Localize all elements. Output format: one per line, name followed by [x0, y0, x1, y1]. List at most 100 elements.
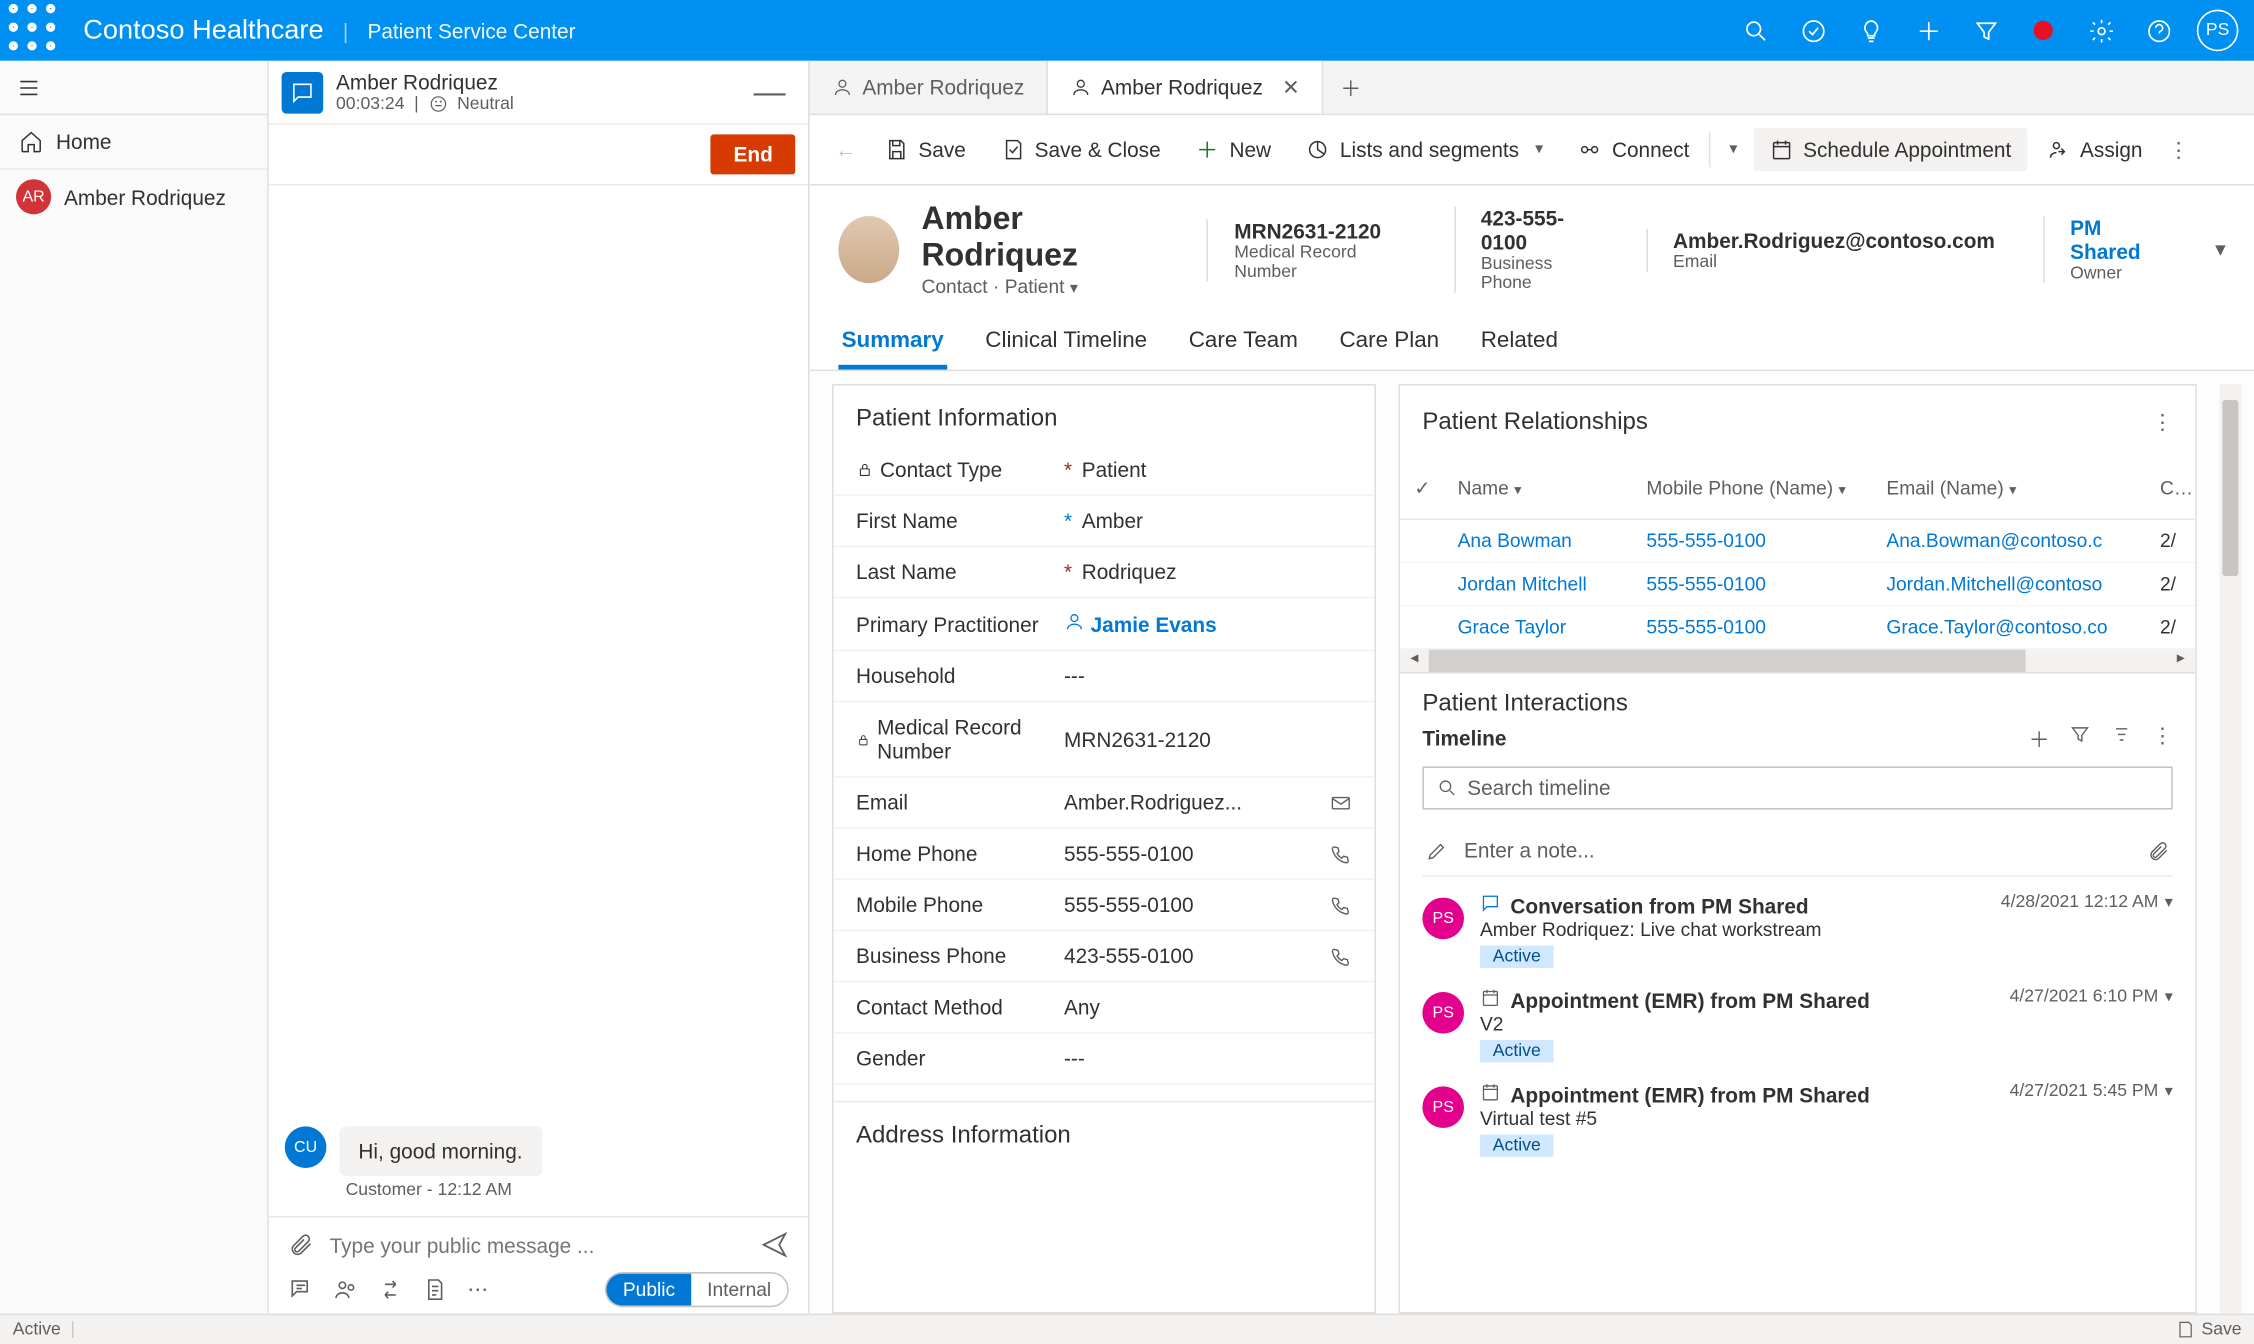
attachment-icon[interactable] [2147, 839, 2169, 861]
scroll-right-icon[interactable]: ▸ [2166, 650, 2195, 672]
household-value[interactable]: --- [1064, 664, 1352, 688]
relationship-name-link[interactable]: Jordan Mitchell [1458, 573, 1587, 595]
timeline-overflow-icon[interactable]: ⋮ [2152, 723, 2173, 753]
app-tab[interactable]: Amber Rodriquez [810, 61, 1049, 114]
visibility-toggle[interactable]: Public Internal [605, 1272, 789, 1307]
contact-type-value[interactable]: Patient [1082, 458, 1352, 482]
relationship-email-link[interactable]: Grace.Taylor@contoso.co [1886, 616, 2107, 638]
schedule-appointment-button[interactable]: Schedule Appointment [1753, 128, 2027, 171]
phone-icon[interactable] [1330, 894, 1352, 916]
minimize-button[interactable]: — [754, 87, 786, 97]
timeline-note-input[interactable]: Enter a note... [1422, 826, 2172, 877]
connect-button[interactable]: Connect [1562, 128, 1705, 171]
relationship-email-link[interactable]: Jordan.Mitchell@contoso [1886, 573, 2102, 595]
table-row[interactable]: Jordan Mitchell 555-555-0100 Jordan.Mitc… [1400, 563, 2195, 606]
header-owner-value[interactable]: PM Shared [2070, 216, 2167, 264]
lightbulb-icon[interactable] [1842, 2, 1900, 60]
timeline-search-input[interactable]: Search timeline [1422, 766, 2172, 809]
column-header-mobile[interactable]: Mobile Phone (Name) ▾ [1634, 467, 1874, 509]
tab-related[interactable]: Related [1478, 314, 1562, 370]
chevron-down-icon[interactable]: ▾ [1070, 280, 1078, 298]
settings-icon[interactable] [2072, 2, 2130, 60]
task-icon[interactable] [1784, 2, 1842, 60]
visibility-internal[interactable]: Internal [691, 1274, 787, 1306]
patient-photo[interactable] [838, 216, 899, 283]
add-tab-button[interactable]: ＋ [1324, 61, 1378, 114]
send-icon[interactable] [760, 1230, 789, 1259]
horizontal-scrollbar[interactable]: ◂ ▸ [1400, 650, 2195, 672]
timeline-item[interactable]: PS Conversation from PM Shared Amber Rod… [1400, 883, 2195, 977]
email-value[interactable]: Amber.Rodriguez... [1064, 790, 1330, 814]
first-name-value[interactable]: Amber [1082, 509, 1352, 533]
help-icon[interactable] [2130, 2, 2188, 60]
app-tab-active[interactable]: Amber Rodriquez ✕ [1048, 61, 1323, 114]
relationship-name-link[interactable]: Grace Taylor [1458, 616, 1567, 638]
new-button[interactable]: New [1180, 128, 1287, 171]
save-close-button[interactable]: Save & Close [985, 128, 1177, 171]
close-tab-icon[interactable]: ✕ [1282, 74, 1299, 100]
timeline-filter-icon[interactable] [2069, 723, 2091, 753]
session-item[interactable]: AR Amber Rodriquez [0, 170, 267, 224]
phone-icon[interactable] [1330, 842, 1352, 864]
command-overflow-icon[interactable]: ⋮ [2168, 137, 2189, 163]
relationship-mobile-link[interactable]: 555-555-0100 [1646, 616, 1766, 638]
scroll-left-icon[interactable]: ◂ [1400, 650, 1429, 672]
chevron-down-icon[interactable]: ▾ [2165, 1082, 2173, 1100]
transfer-icon[interactable] [378, 1277, 404, 1303]
tab-summary[interactable]: Summary [838, 314, 947, 370]
compose-input[interactable] [330, 1233, 744, 1257]
assign-button[interactable]: Assign [2030, 128, 2158, 171]
attachment-icon[interactable] [288, 1232, 314, 1258]
mobile-phone-value[interactable]: 555-555-0100 [1064, 893, 1330, 917]
mail-icon[interactable] [1330, 791, 1352, 813]
quick-reply-icon[interactable] [288, 1277, 314, 1303]
timeline-item[interactable]: PS Appointment (EMR) from PM Shared V2 A… [1400, 978, 2195, 1072]
chevron-down-icon[interactable]: ▾ [2165, 988, 2173, 1006]
end-conversation-button[interactable]: End [711, 134, 795, 174]
timeline-item[interactable]: PS Appointment (EMR) from PM Shared Virt… [1400, 1072, 2195, 1166]
app-title[interactable]: Patient Service Center [348, 18, 595, 42]
column-header-name[interactable]: Name ▾ [1445, 467, 1634, 509]
form-label[interactable]: Patient [1005, 275, 1065, 297]
select-all-checkbox[interactable]: ✓ [1400, 467, 1445, 509]
home-phone-value[interactable]: 555-555-0100 [1064, 842, 1330, 866]
consult-icon[interactable] [333, 1277, 359, 1303]
business-phone-value[interactable]: 423-555-0100 [1064, 944, 1330, 968]
compose-overflow-icon[interactable]: ⋯ [467, 1277, 488, 1303]
table-row[interactable]: Ana Bowman 555-555-0100 Ana.Bowman@conto… [1400, 520, 2195, 563]
column-header-email[interactable]: Email (Name) ▾ [1874, 467, 2148, 509]
search-icon[interactable] [1726, 2, 1784, 60]
tab-care-team[interactable]: Care Team [1186, 314, 1302, 370]
tab-clinical-timeline[interactable]: Clinical Timeline [982, 314, 1150, 370]
relationship-mobile-link[interactable]: 555-555-0100 [1646, 530, 1766, 552]
last-name-value[interactable]: Rodriquez [1082, 560, 1352, 584]
user-avatar[interactable]: PS [2197, 10, 2239, 52]
gender-value[interactable]: --- [1064, 1046, 1352, 1070]
mrn-value[interactable]: MRN2631-2120 [1064, 727, 1352, 751]
relationship-mobile-link[interactable]: 555-555-0100 [1646, 573, 1766, 595]
recording-indicator-icon[interactable] [2014, 2, 2072, 60]
table-row[interactable]: Grace Taylor 555-555-0100 Grace.Taylor@c… [1400, 606, 2195, 649]
header-expand-icon[interactable]: ▾ [2215, 237, 2225, 263]
vertical-scrollbar[interactable] [2219, 384, 2241, 1314]
relationship-name-link[interactable]: Ana Bowman [1458, 530, 1572, 552]
timeline-add-icon[interactable]: ＋ [2029, 723, 2050, 753]
hamburger-button[interactable] [0, 61, 267, 115]
column-header-created[interactable]: Cre [2147, 467, 2195, 509]
footer-save-button[interactable]: Save [2176, 1320, 2242, 1339]
connect-split-button[interactable]: ▾ [1709, 131, 1751, 168]
add-icon[interactable] [1899, 2, 1957, 60]
visibility-public[interactable]: Public [607, 1274, 691, 1306]
chevron-down-icon[interactable]: ▾ [2165, 894, 2173, 912]
back-button[interactable]: ← [826, 138, 866, 162]
timeline-sort-icon[interactable] [2110, 723, 2132, 753]
app-launcher-icon[interactable] [0, 0, 64, 66]
contact-method-value[interactable]: Any [1064, 995, 1352, 1019]
relationships-overflow-icon[interactable]: ⋮ [2152, 409, 2173, 435]
primary-practitioner-value[interactable]: Jamie Evans [1064, 611, 1352, 637]
relationship-email-link[interactable]: Ana.Bowman@contoso.c [1886, 530, 2102, 552]
tab-care-plan[interactable]: Care Plan [1336, 314, 1442, 370]
notes-icon[interactable] [422, 1277, 448, 1303]
lists-segments-button[interactable]: Lists and segments▾ [1290, 128, 1559, 171]
phone-icon[interactable] [1330, 945, 1352, 967]
